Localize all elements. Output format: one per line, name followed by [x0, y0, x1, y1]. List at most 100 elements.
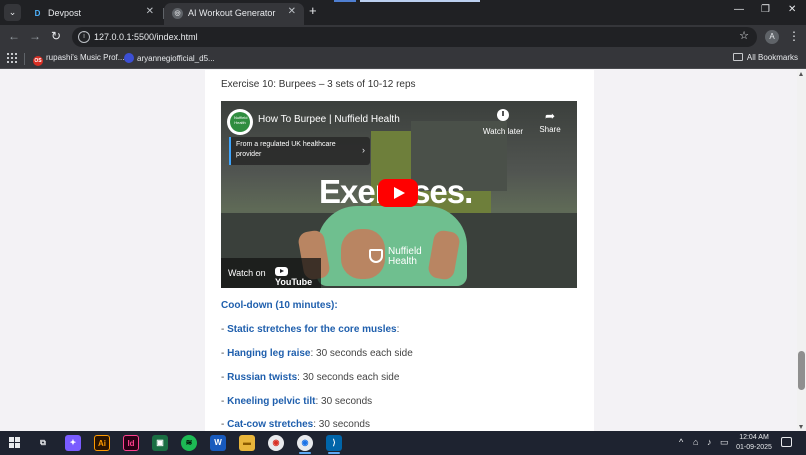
item-name: Static stretches for the core musles — [227, 324, 397, 335]
share-label: Share — [539, 125, 561, 134]
item-detail: : 30 seconds each side — [297, 372, 400, 383]
back-arrow-icon[interactable]: ← — [8, 29, 20, 43]
share-arrow-icon: ➦ — [544, 109, 556, 123]
site-info-icon[interactable]: i — [78, 31, 90, 43]
scrollbar-thumb[interactable] — [798, 351, 805, 390]
tab-ai-workout-generator[interactable]: ◎ AI Workout Generator ✕ — [164, 3, 304, 25]
clock-date: 01-09-2025 — [736, 444, 772, 451]
reload-icon[interactable]: ↻ — [51, 29, 61, 43]
chevron-right-icon: › — [362, 145, 365, 155]
item-detail: : 30 seconds each side — [310, 348, 413, 359]
tab-search-button[interactable]: ⌄ — [4, 4, 21, 21]
bookmark-item[interactable]: OS rupashi's Music Prof... — [33, 53, 124, 66]
close-tab-icon[interactable]: ✕ — [146, 6, 154, 17]
tab-title: AI Workout Generator — [188, 8, 276, 18]
item-detail: : 30 seconds — [315, 396, 373, 407]
video-title[interactable]: How To Burpee | Nuffield Health — [258, 114, 400, 125]
cooldown-item: - Static stretches for the core musles: — [221, 324, 399, 335]
bookmarks-bar: OS rupashi's Music Prof... aryannegioffic… — [0, 49, 806, 69]
item-name: Hanging leg raise — [227, 348, 311, 359]
watch-on-label: Watch on — [228, 268, 266, 278]
play-button[interactable] — [378, 179, 418, 207]
tab-devpost[interactable]: D Devpost ✕ — [24, 3, 162, 25]
clock-time: 12:04 AM — [739, 434, 769, 441]
close-tab-icon[interactable]: ✕ — [288, 6, 296, 17]
page-scrollbar[interactable] — [797, 70, 806, 431]
youtube-video-embed[interactable]: Nuffield Health How To Burpee | Nuffield… — [221, 101, 577, 288]
tab-title: Devpost — [48, 8, 82, 18]
tab-strip: ⌄ D Devpost ✕ ◎ AI Workout Generator ✕ +… — [0, 0, 806, 25]
bookmark-item[interactable]: aryannegiofficial_d5... — [124, 53, 215, 63]
channel-logo[interactable]: Nuffield Health — [227, 109, 253, 135]
devpost-favicon-icon: D — [34, 9, 41, 18]
watch-later-button[interactable]: Watch later — [479, 109, 527, 136]
item-detail: : — [396, 324, 400, 335]
tray-chevron-icon[interactable]: ^ — [679, 437, 683, 447]
youtube-play-icon — [275, 267, 288, 276]
apps-grid-icon[interactable] — [7, 53, 17, 63]
cooldown-item: - Kneeling pelvic tilt: 30 seconds — [221, 396, 372, 407]
folder-icon — [732, 53, 743, 61]
vscode-icon[interactable]: ⟩ — [326, 435, 342, 451]
info-panel[interactable]: From a regulated UK healthcare provider … — [229, 137, 370, 165]
active-app-indicator — [299, 452, 311, 454]
active-app-indicator — [328, 452, 340, 454]
minimize-button[interactable]: — — [734, 4, 744, 15]
clock-icon — [497, 109, 509, 121]
more-menu-icon[interactable]: ⋮ — [788, 29, 800, 43]
windows-start-icon[interactable] — [9, 437, 20, 448]
battery-icon[interactable]: ▭ — [720, 437, 729, 448]
info-panel-accent — [229, 137, 231, 165]
item-name: Kneeling pelvic tilt — [227, 396, 316, 407]
restore-button[interactable]: ❐ — [761, 4, 770, 15]
photos-icon[interactable]: ▣ — [152, 435, 168, 451]
all-bookmarks-button[interactable]: All Bookmarks — [732, 53, 798, 62]
item-detail: : 30 seconds — [313, 419, 370, 430]
all-bookmarks-label: All Bookmarks — [746, 53, 798, 62]
copilot-icon[interactable]: ✦ — [65, 435, 81, 451]
bookmark-star-icon[interactable]: ☆ — [739, 29, 749, 42]
item-name: Cat-cow stretches — [227, 419, 314, 430]
scroll-down-arrow-icon[interactable] — [799, 425, 803, 429]
youtube-wordmark: YouTube — [275, 277, 313, 287]
notification-icon[interactable] — [781, 437, 792, 447]
network-icon[interactable]: ⌂ — [693, 437, 698, 447]
bookmark-favicon-icon — [124, 53, 134, 63]
address-bar[interactable]: i 127.0.0.1:5500/index.html ☆ — [72, 27, 757, 47]
workout-card: Exercise 10: Burpees – 3 sets of 10-12 r… — [205, 70, 594, 431]
profile-avatar[interactable]: A — [765, 30, 779, 44]
page-viewport: Exercise 10: Burpees – 3 sets of 10-12 r… — [0, 70, 797, 431]
youtube-logo: YouTube — [275, 267, 321, 287]
info-panel-text: From a regulated UK healthcare provider — [236, 141, 336, 158]
globe-favicon-icon: ◎ — [172, 8, 183, 19]
cooldown-item: - Cat-cow stretches: 30 seconds — [221, 419, 370, 430]
watch-later-label: Watch later — [482, 127, 524, 136]
word-icon[interactable]: W — [210, 435, 226, 451]
spotify-icon[interactable]: ≋ — [181, 435, 197, 451]
close-window-button[interactable]: ✕ — [788, 4, 796, 15]
browser-toolbar: ← → ↻ i 127.0.0.1:5500/index.html ☆ A ⋮ — [0, 25, 806, 49]
task-view-icon[interactable]: ⧉ — [35, 435, 51, 451]
illustrator-icon[interactable]: Ai — [94, 435, 110, 451]
cooldown-heading: Cool-down (10 minutes): — [221, 300, 338, 311]
nuffield-brand-text: Nuffield Health — [388, 246, 422, 267]
item-name: Russian twists — [227, 372, 298, 383]
watch-on-youtube-button[interactable]: Watch on YouTube — [221, 258, 321, 288]
windows-taskbar: ⧉ ✦ Ai Id ▣ ≋ W ▬ ◉ ◉ ⟩ ^ ⌂ ♪ ▭ 12:04 AM… — [0, 431, 806, 455]
tab-strip-accent — [334, 0, 356, 2]
system-clock[interactable]: 12:04 AM 01-09-2025 — [735, 433, 773, 453]
url-text[interactable]: 127.0.0.1:5500/index.html — [94, 32, 198, 42]
share-button[interactable]: ➦ Share — [534, 109, 566, 134]
volume-icon[interactable]: ♪ — [707, 437, 712, 447]
cooldown-item: - Hanging leg raise: 30 seconds each sid… — [221, 348, 413, 359]
forward-arrow-icon[interactable]: → — [29, 29, 41, 43]
scroll-up-arrow-icon[interactable] — [799, 72, 803, 76]
file-explorer-icon[interactable]: ▬ — [239, 435, 255, 451]
bookmark-label: aryannegiofficial_d5... — [137, 54, 215, 63]
new-tab-button[interactable]: + — [309, 3, 317, 18]
tab-strip-highlight — [360, 0, 480, 2]
exercise-title: Exercise 10: Burpees – 3 sets of 10-12 r… — [221, 79, 416, 90]
chrome-profile-icon[interactable]: ◉ — [297, 435, 313, 451]
indesign-icon[interactable]: Id — [123, 435, 139, 451]
chrome-icon[interactable]: ◉ — [268, 435, 284, 451]
